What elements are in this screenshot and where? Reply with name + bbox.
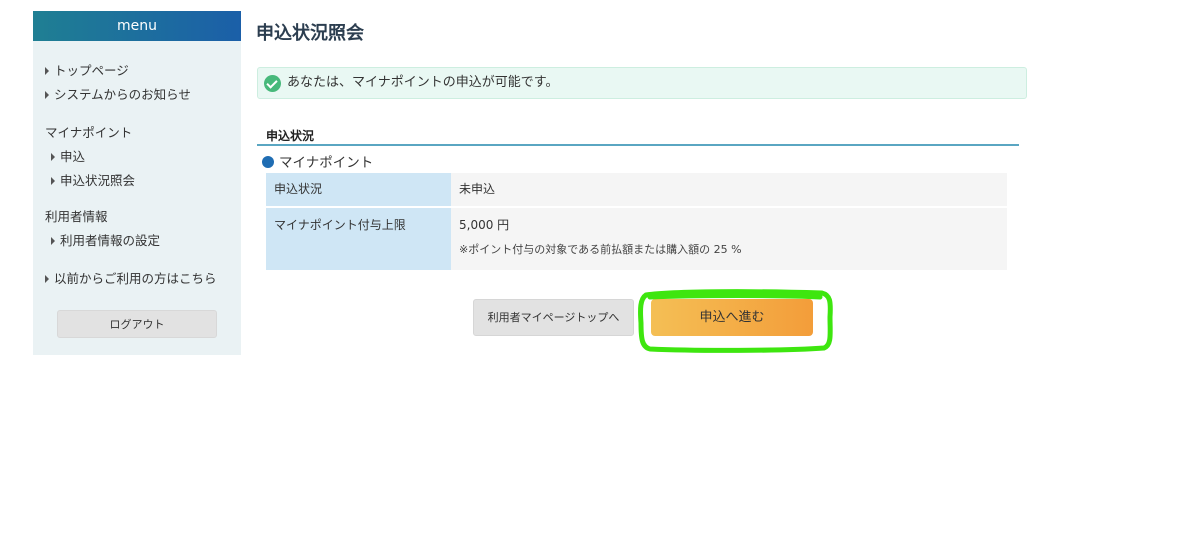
eligibility-notice: あなたは、マイナポイントの申込が可能です。 [257,67,1027,99]
subsection-title: マイナポイント [262,155,373,171]
table-row: 申込状況 未申込 [266,173,1007,208]
sidebar-section-mynapoint: マイナポイント 申込 申込状況照会 [33,121,241,193]
sidebar-item-label: 申込 [60,149,86,164]
sidebar-heading-user-info: 利用者情報 [45,209,108,224]
table-row-label: マイナポイント付与上限 [266,208,451,270]
sidebar-item-label: 利用者情報の設定 [60,233,161,248]
sidebar-item-top-page[interactable]: トップページ [33,59,241,83]
table-row-note: ※ポイント付与の対象である前払額または購入額の 25 % [459,243,742,256]
notice-text: あなたは、マイナポイントの申込が可能です。 [287,75,559,90]
dot-icon [262,156,274,168]
page: menu トップページ システムからのお知らせ マイナポイント 申込 申込状況照… [0,0,1200,551]
sidebar-legacy: 以前からご利用の方はこちら [33,267,241,291]
table-row: マイナポイント付与上限 5,000 円 ※ポイント付与の対象である前払額または購… [266,208,1007,270]
sidebar-item-system-notices[interactable]: システムからのお知らせ [33,83,241,107]
sidebar-top-links: トップページ システムからのお知らせ [33,59,241,107]
sidebar-item-user-settings[interactable]: 利用者情報の設定 [33,229,241,253]
subsection-label: マイナポイント [279,155,374,171]
sidebar-item-label: システムからのお知らせ [54,87,191,102]
sidebar-item-legacy-users[interactable]: 以前からご利用の方はこちら [33,267,241,291]
caret-right-icon [45,275,49,283]
sidebar-header: menu [33,11,241,41]
caret-right-icon [51,177,55,185]
sidebar-item-label: 以前からご利用の方はこちら [54,271,217,286]
sidebar: menu トップページ システムからのお知らせ マイナポイント 申込 申込状況照… [33,11,241,355]
sidebar-item-label: 申込状況照会 [60,173,136,188]
section-divider [257,144,1019,146]
caret-right-icon [45,91,49,99]
check-circle-icon [264,75,281,92]
sidebar-section-user-info: 利用者情報 利用者情報の設定 [33,205,241,253]
caret-right-icon [45,67,49,75]
sidebar-item-label: トップページ [54,63,129,78]
status-table: 申込状況 未申込 マイナポイント付与上限 5,000 円 ※ポイント付与の対象で… [266,173,1007,270]
caret-right-icon [51,153,55,161]
table-row-value: 5,000 円 [459,218,510,232]
sidebar-item-apply[interactable]: 申込 [33,145,241,169]
table-row-value: 未申込 [451,173,1007,206]
proceed-to-apply-button[interactable]: 申込へ進む [651,299,813,336]
page-title: 申込状況照会 [256,23,364,44]
table-row-value-cell: 5,000 円 ※ポイント付与の対象である前払額または購入額の 25 % [451,208,1007,270]
logout-button[interactable]: ログアウト [57,310,217,338]
section-title: 申込状況 [266,129,315,143]
sidebar-item-status-inquiry[interactable]: 申込状況照会 [33,169,241,193]
sidebar-heading-mynapoint: マイナポイント [45,125,133,140]
mypage-top-button[interactable]: 利用者マイページトップへ [473,299,634,336]
caret-right-icon [51,237,55,245]
table-row-label: 申込状況 [266,173,451,206]
